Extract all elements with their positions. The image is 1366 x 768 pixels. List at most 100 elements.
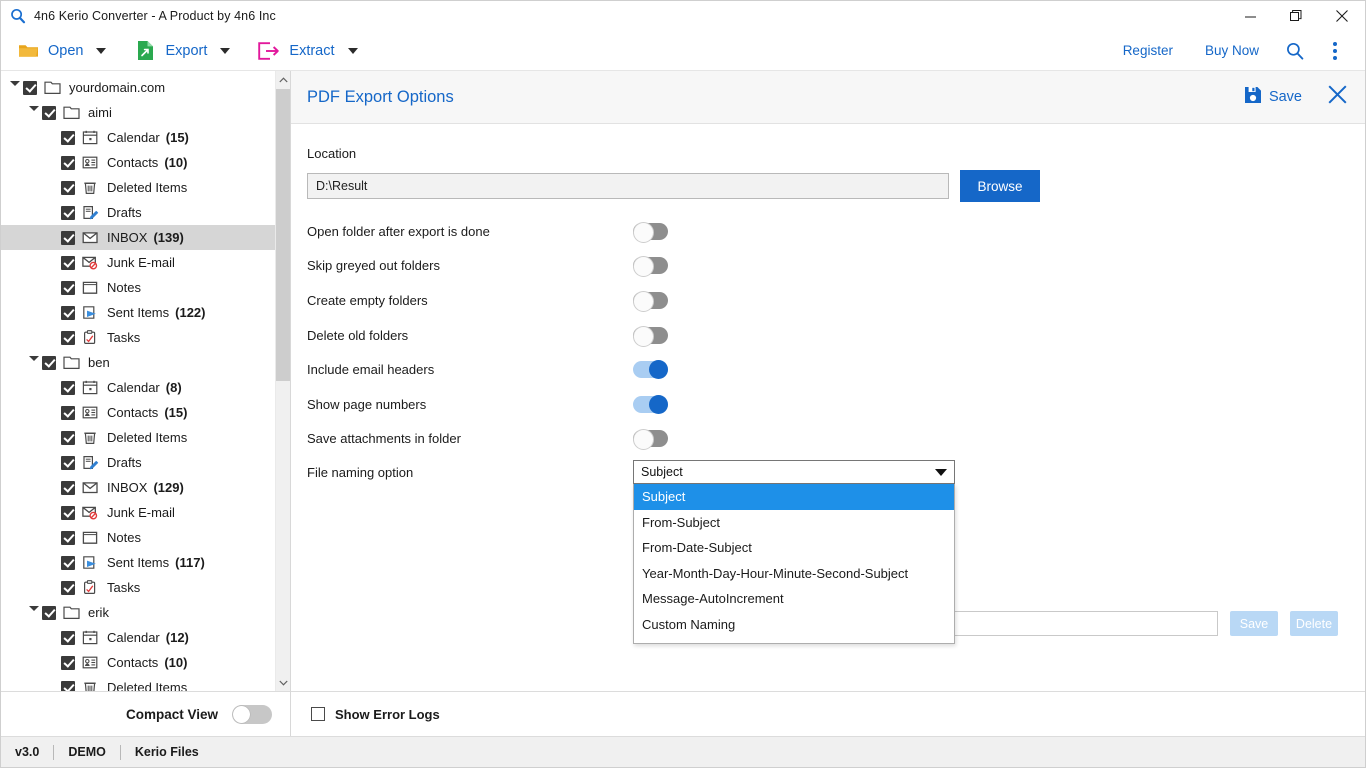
search-icon[interactable]	[1275, 31, 1315, 71]
tree-item[interactable]: Tasks	[1, 325, 275, 350]
panel-save-button[interactable]: Save	[1244, 86, 1302, 108]
tree-item-checkbox[interactable]	[61, 381, 75, 395]
export-option-toggle[interactable]	[633, 361, 668, 378]
tree-item-checkbox[interactable]	[42, 606, 56, 620]
export-option-toggle[interactable]	[633, 430, 668, 447]
tree-item-checkbox[interactable]	[61, 331, 75, 345]
file-naming-option[interactable]: Year-Month-Day-Hour-Minute-Second-Subjec…	[634, 561, 954, 587]
tree-item[interactable]: Deleted Items	[1, 175, 275, 200]
tree-item-count: (8)	[166, 380, 182, 395]
register-link[interactable]: Register	[1107, 43, 1189, 58]
compact-view-bar: Compact View	[1, 691, 290, 736]
tree-expand-arrow-icon[interactable]	[26, 600, 42, 625]
file-naming-option[interactable]: From-Date-Subject	[634, 535, 954, 561]
tree-item-checkbox[interactable]	[23, 81, 37, 95]
scroll-down-arrow-icon[interactable]	[276, 674, 290, 691]
file-naming-option[interactable]: Custom Naming	[634, 612, 954, 638]
tree-expand-arrow-icon[interactable]	[26, 350, 42, 375]
tree-item[interactable]: Contacts(10)	[1, 650, 275, 675]
tree-item[interactable]: Junk E-mail	[1, 500, 275, 525]
tree-item[interactable]: Drafts	[1, 450, 275, 475]
custom-naming-input[interactable]	[918, 611, 1218, 636]
scroll-up-arrow-icon[interactable]	[276, 71, 290, 88]
tree-item[interactable]: yourdomain.com	[1, 75, 275, 100]
export-option-toggle[interactable]	[633, 396, 668, 413]
tree-item-checkbox[interactable]	[61, 431, 75, 445]
tree-twisty-spacer	[45, 525, 61, 550]
maximize-restore-button[interactable]	[1273, 1, 1319, 31]
tree-item-checkbox[interactable]	[61, 581, 75, 595]
buy-now-link[interactable]: Buy Now	[1189, 43, 1275, 58]
tree-item-checkbox[interactable]	[61, 131, 75, 145]
tree-item[interactable]: INBOX(129)	[1, 475, 275, 500]
tree-item-checkbox[interactable]	[61, 631, 75, 645]
tree-item[interactable]: Tasks	[1, 575, 275, 600]
chevron-down-icon[interactable]	[220, 48, 230, 54]
tree-item-checkbox[interactable]	[61, 281, 75, 295]
custom-naming-delete-button[interactable]: Delete	[1290, 611, 1338, 636]
tree-item-label: Contacts	[107, 405, 158, 420]
kebab-menu-icon[interactable]	[1315, 31, 1355, 71]
tree-item[interactable]: Sent Items(122)	[1, 300, 275, 325]
tree-item-checkbox[interactable]	[61, 681, 75, 692]
tree-item[interactable]: Notes	[1, 275, 275, 300]
tree-item-checkbox[interactable]	[61, 306, 75, 320]
tree-item[interactable]: aimi	[1, 100, 275, 125]
tree-item[interactable]: Calendar(8)	[1, 375, 275, 400]
tree-vertical-scrollbar[interactable]	[275, 71, 290, 691]
tree-item-checkbox[interactable]	[42, 106, 56, 120]
compact-view-toggle[interactable]	[232, 705, 272, 724]
custom-naming-save-button[interactable]: Save	[1230, 611, 1278, 636]
tree-item-checkbox[interactable]	[61, 481, 75, 495]
file-naming-dropdown-list[interactable]: SubjectFrom-SubjectFrom-Date-SubjectYear…	[633, 484, 955, 644]
file-naming-option[interactable]: Message-AutoIncrement	[634, 586, 954, 612]
tree-item-checkbox[interactable]	[61, 181, 75, 195]
close-button[interactable]	[1319, 1, 1365, 31]
tree-item[interactable]: erik	[1, 600, 275, 625]
export-option-toggle[interactable]	[633, 327, 668, 344]
tree-item-checkbox[interactable]	[61, 156, 75, 170]
tree-item-checkbox[interactable]	[61, 556, 75, 570]
tree-item-checkbox[interactable]	[61, 531, 75, 545]
tree-item[interactable]: Contacts(15)	[1, 400, 275, 425]
tree-item[interactable]: Deleted Items	[1, 425, 275, 450]
tree-item[interactable]: Deleted Items	[1, 675, 275, 691]
panel-close-icon[interactable]	[1328, 85, 1347, 109]
tree-item[interactable]: Calendar(15)	[1, 125, 275, 150]
tree-item[interactable]: Sent Items(117)	[1, 550, 275, 575]
file-naming-select[interactable]: Subject	[633, 460, 955, 484]
tree-item-checkbox[interactable]	[61, 456, 75, 470]
export-menu-button[interactable]: Export	[120, 40, 244, 62]
scrollbar-thumb[interactable]	[276, 89, 290, 381]
file-naming-option[interactable]: Subject	[634, 484, 954, 510]
chevron-down-icon[interactable]	[96, 48, 106, 54]
export-options-list: Open folder after export is doneSkip gre…	[307, 214, 1365, 456]
tree-item-checkbox[interactable]	[61, 231, 75, 245]
tree-item[interactable]: Drafts	[1, 200, 275, 225]
open-menu-button[interactable]: Open	[1, 40, 120, 62]
export-option-toggle[interactable]	[633, 257, 668, 274]
tree-item-checkbox[interactable]	[61, 206, 75, 220]
chevron-down-icon[interactable]	[348, 48, 358, 54]
tree-item-checkbox[interactable]	[61, 656, 75, 670]
tree-item-checkbox[interactable]	[61, 406, 75, 420]
file-naming-option[interactable]: From-Subject	[634, 510, 954, 536]
tree-item[interactable]: INBOX(139)	[1, 225, 275, 250]
tree-item[interactable]: Contacts(10)	[1, 150, 275, 175]
tree-item[interactable]: Notes	[1, 525, 275, 550]
browse-button[interactable]: Browse	[960, 170, 1040, 202]
tree-item[interactable]: Junk E-mail	[1, 250, 275, 275]
tree-expand-arrow-icon[interactable]	[26, 100, 42, 125]
tree-item-checkbox[interactable]	[61, 256, 75, 270]
export-option-toggle[interactable]	[633, 292, 668, 309]
show-error-logs-checkbox[interactable]	[311, 707, 325, 721]
tree-item-checkbox[interactable]	[61, 506, 75, 520]
tree-item-checkbox[interactable]	[42, 356, 56, 370]
tree-item[interactable]: Calendar(12)	[1, 625, 275, 650]
minimize-button[interactable]	[1227, 1, 1273, 31]
export-option-toggle[interactable]	[633, 223, 668, 240]
location-input[interactable]	[307, 173, 949, 199]
tree-item[interactable]: ben	[1, 350, 275, 375]
tree-expand-arrow-icon[interactable]	[7, 75, 23, 100]
extract-menu-button[interactable]: Extract	[244, 40, 371, 62]
